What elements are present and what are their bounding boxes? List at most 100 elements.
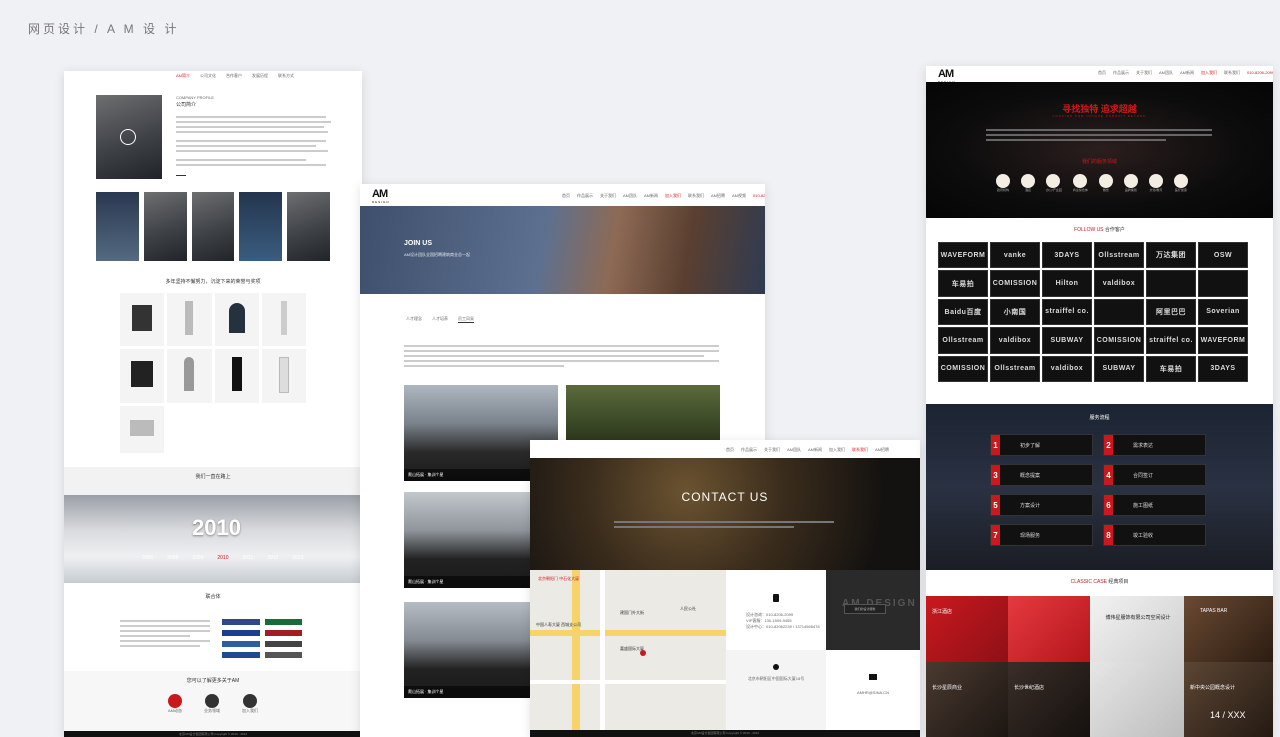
client-logo[interactable]: valdibox <box>1042 355 1092 382</box>
contact-nav-item[interactable]: AM团队 <box>787 447 801 453</box>
case-item[interactable]: 长沙星辰商业 <box>926 662 1008 737</box>
mid-nav-item[interactable]: AM招聘 <box>711 193 725 199</box>
contact-nav-item[interactable]: 作品展示 <box>741 447 757 453</box>
client-logo[interactable] <box>1198 270 1248 297</box>
client-logo[interactable]: Ollsstream <box>990 355 1040 382</box>
service-item[interactable]: 文化/教育 <box>1148 174 1163 192</box>
mid-nav-item[interactable]: AM视频 <box>732 193 746 199</box>
mid-nav-item[interactable]: 联系我们 <box>688 193 704 199</box>
year-item[interactable]: 2008 <box>167 555 178 561</box>
process-step[interactable]: 8 竣工验收 <box>1103 524 1206 546</box>
contact-nav-item[interactable]: 加入我们 <box>829 447 845 453</box>
client-logo[interactable]: valdibox <box>990 327 1040 354</box>
client-logo[interactable]: Baidu百度 <box>938 298 988 326</box>
year-item[interactable]: 2012 <box>267 555 278 561</box>
project-thumb[interactable] <box>239 192 283 261</box>
case-item[interactable] <box>1090 596 1184 662</box>
client-logo[interactable]: Ollsstream <box>938 327 988 354</box>
map[interactable]: 北京朝阳门 中石化大厦 中国人寿大厦 西城支公司 建国门外大街 嘉盛国际大厦 人… <box>530 570 726 730</box>
process-step[interactable]: 2 需求表达 <box>1103 434 1206 456</box>
client-logo[interactable]: valdibox <box>1094 270 1144 297</box>
left-nav-item[interactable]: 公司文化 <box>200 73 216 79</box>
client-logo[interactable]: WAVEFORM <box>1198 327 1248 354</box>
mid-nav-item[interactable]: 作品展示 <box>577 193 593 199</box>
service-item[interactable]: 商业综合体 <box>1072 174 1088 192</box>
mid-nav-item[interactable]: AM团队 <box>623 193 637 199</box>
case-item[interactable]: 长沙世纪酒店 <box>1008 662 1090 737</box>
client-logo[interactable]: straiffel co. <box>1146 327 1196 354</box>
service-item[interactable]: 酒店 <box>1021 174 1035 192</box>
tab-item[interactable]: 人才培养 <box>432 316 448 323</box>
client-logo[interactable]: 万达集团 <box>1146 242 1196 269</box>
year-item[interactable]: 2009 <box>192 555 203 561</box>
team-photo[interactable] <box>566 385 720 445</box>
year-item[interactable]: 2011 <box>243 555 254 561</box>
case-item[interactable]: 新中央公园概念设计 14 / XXX <box>1184 662 1273 737</box>
case-item[interactable]: TAPAS BAR <box>1184 596 1273 662</box>
year-item[interactable]: 2006 <box>142 555 153 561</box>
right-nav-item[interactable]: AM新闻 <box>1180 70 1194 76</box>
client-logo[interactable]: Soverian <box>1198 298 1248 326</box>
process-step[interactable]: 3 概念提案 <box>990 464 1093 486</box>
left-nav-item[interactable]: AM简介 <box>176 73 190 79</box>
right-nav-item[interactable]: 关于我们 <box>1136 70 1152 76</box>
contact-nav-item[interactable]: 首页 <box>726 447 734 453</box>
contact-nav-item[interactable]: 关于我们 <box>764 447 780 453</box>
client-logo[interactable]: 车易拍 <box>938 270 988 297</box>
client-logo[interactable]: 3DAYS <box>1198 355 1248 382</box>
left-nav-item[interactable]: 合作客户 <box>226 73 242 79</box>
client-logo[interactable]: COMISSION <box>938 355 988 382</box>
service-item[interactable]: 品牌策划 <box>1123 174 1138 192</box>
client-logo[interactable]: 车易拍 <box>1146 355 1196 382</box>
client-logo[interactable]: COMISSION <box>1094 327 1144 354</box>
more-item[interactable]: AM动态 <box>168 694 182 714</box>
process-step[interactable]: 4 合同签订 <box>1103 464 1206 486</box>
client-logo[interactable]: 小南国 <box>990 298 1040 326</box>
case-item[interactable]: 浙江酒店 <box>926 596 1008 662</box>
process-step[interactable]: 5 方案设计 <box>990 494 1093 516</box>
tab-item[interactable]: 人才理念 <box>406 316 422 323</box>
logo-block-button[interactable]: 我们的设计服务 <box>844 604 886 614</box>
project-thumb[interactable] <box>191 192 235 261</box>
client-logo[interactable]: 3DAYS <box>1042 242 1092 269</box>
client-logo[interactable]: SUBWAY <box>1042 327 1092 354</box>
service-item[interactable]: 餐饮 <box>1098 174 1113 192</box>
mid-nav-item[interactable]: 关于我们 <box>600 193 616 199</box>
year-item[interactable]: 2010 <box>217 555 228 561</box>
tab-item[interactable]: 员工风采 <box>458 316 474 323</box>
case-item[interactable] <box>1008 596 1090 662</box>
client-logo[interactable] <box>1094 298 1144 326</box>
contact-nav-item[interactable]: AM招聘 <box>875 447 889 453</box>
client-logo[interactable]: straiffel co. <box>1042 298 1092 326</box>
client-logo[interactable]: 阿里巴巴 <box>1146 298 1196 326</box>
map-pin-icon[interactable] <box>640 650 646 656</box>
service-item[interactable]: 医疗健康 <box>1173 174 1188 192</box>
process-step[interactable]: 1 初步了解 <box>990 434 1093 456</box>
mid-nav-item[interactable]: 首页 <box>562 193 570 199</box>
more-item[interactable]: 加入我们 <box>242 694 258 714</box>
left-nav-item[interactable]: 联系方式 <box>278 73 294 79</box>
year-item[interactable]: 2013 <box>292 555 303 561</box>
contact-nav-item[interactable]: AM新闻 <box>808 447 822 453</box>
email-text[interactable]: AMHR@SINA.CN <box>826 690 920 696</box>
client-logo[interactable]: Hilton <box>1042 270 1092 297</box>
more-item[interactable]: 业务领域 <box>204 694 220 714</box>
left-nav-item[interactable]: 发展历程 <box>252 73 268 79</box>
service-item[interactable]: 政府机构 <box>996 174 1010 192</box>
right-nav-item[interactable]: 加入我们 <box>1201 70 1217 76</box>
right-nav-item[interactable]: 联系我们 <box>1224 70 1240 76</box>
right-nav-item[interactable]: 首页 <box>1098 70 1106 76</box>
case-item[interactable]: 博伟星服饰有限公司空间设计 <box>1090 615 1184 737</box>
client-logo[interactable]: OSW <box>1198 242 1248 269</box>
client-logo[interactable]: SUBWAY <box>1094 355 1144 382</box>
client-logo[interactable]: WAVEFORM <box>938 242 988 269</box>
client-logo[interactable]: COMISSION <box>990 270 1040 297</box>
service-item[interactable]: 办公/产业园 <box>1046 174 1062 192</box>
mid-nav-item[interactable]: AM新闻 <box>644 193 658 199</box>
right-nav-item[interactable]: AM团队 <box>1159 70 1173 76</box>
play-icon[interactable] <box>120 129 136 145</box>
mid-logo[interactable]: AM DESIGN <box>372 188 390 204</box>
client-logo[interactable]: vanke <box>990 242 1040 269</box>
project-thumb[interactable] <box>96 192 139 261</box>
right-nav-item[interactable]: 作品展示 <box>1113 70 1129 76</box>
